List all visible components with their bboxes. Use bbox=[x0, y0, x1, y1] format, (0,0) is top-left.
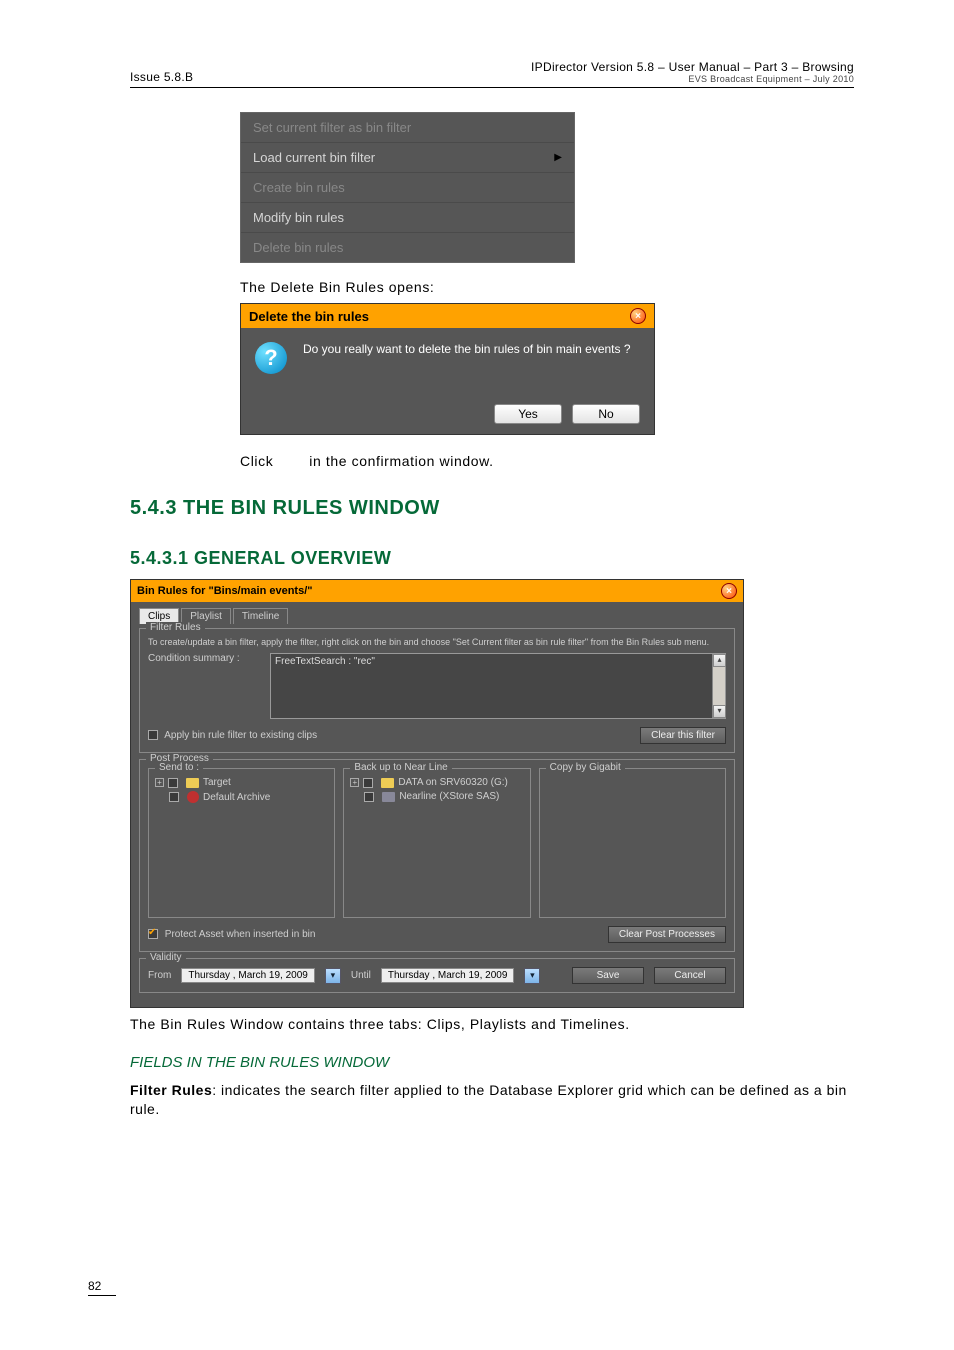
section-heading-5-4-3-1: 5.4.3.1 GENERAL OVERVIEW bbox=[130, 548, 854, 569]
menu-set-current-filter: Set current filter as bin filter bbox=[241, 113, 574, 143]
menu-item-label: Load current bin filter bbox=[253, 150, 375, 165]
menu-item-label: Set current filter as bin filter bbox=[253, 120, 411, 135]
copy-gigabit-panel: Copy by Gigabit bbox=[539, 768, 726, 918]
delete-bin-rules-dialog: Delete the bin rules × ? Do you really w… bbox=[240, 303, 655, 435]
validity-legend: Validity bbox=[146, 952, 186, 963]
send-to-legend: Send to : bbox=[155, 762, 203, 773]
checkbox-icon[interactable] bbox=[148, 929, 158, 939]
question-icon: ? bbox=[255, 342, 287, 374]
scroll-up-icon[interactable]: ▴ bbox=[713, 654, 726, 667]
condition-summary-box: FreeTextSearch : "rec" ▴ ▾ bbox=[270, 653, 726, 719]
confirm-click: Click bbox=[240, 453, 273, 469]
menu-item-label: Delete bin rules bbox=[253, 240, 343, 255]
field-text: : indicates the search filter applied to… bbox=[130, 1082, 847, 1117]
until-date-input[interactable]: Thursday , March 19, 2009 bbox=[381, 968, 515, 983]
dropdown-icon[interactable]: ▾ bbox=[325, 968, 341, 984]
menu-modify-bin-rules[interactable]: Modify bin rules bbox=[241, 203, 574, 233]
clear-filter-button[interactable]: Clear this filter bbox=[640, 727, 726, 744]
backup-nearline-panel: Back up to Near Line + DATA on SRV60320 … bbox=[343, 768, 530, 918]
close-icon[interactable]: × bbox=[721, 583, 737, 599]
tree-label: Target bbox=[203, 777, 231, 788]
filter-rules-field-desc: Filter Rules: indicates the search filte… bbox=[130, 1081, 854, 1119]
tree-expand-icon[interactable]: + bbox=[155, 778, 164, 787]
context-menu: Set current filter as bin filter Load cu… bbox=[240, 112, 575, 263]
fields-heading: FIELDS IN THE BIN RULES WINDOW bbox=[130, 1054, 854, 1071]
from-label: From bbox=[148, 970, 171, 981]
until-label: Until bbox=[351, 970, 371, 981]
filter-rules-legend: Filter Rules bbox=[146, 622, 205, 633]
submenu-arrow-icon: ▶ bbox=[554, 152, 562, 163]
tabs-description: The Bin Rules Window contains three tabs… bbox=[130, 1016, 854, 1032]
no-button[interactable]: No bbox=[572, 404, 640, 424]
protect-asset-label: Protect Asset when inserted in bin bbox=[165, 929, 316, 940]
protect-asset-checkbox-row[interactable]: Protect Asset when inserted in bin bbox=[148, 929, 315, 940]
checkbox-icon[interactable] bbox=[169, 792, 179, 802]
from-date-input[interactable]: Thursday , March 19, 2009 bbox=[181, 968, 315, 983]
tree-label: Default Archive bbox=[203, 792, 270, 803]
send-to-panel: Send to : + Target Default Archive bbox=[148, 768, 335, 918]
folder-icon bbox=[382, 792, 395, 802]
validity-fieldset: Validity From Thursday , March 19, 2009 … bbox=[139, 958, 735, 993]
clear-post-processes-button[interactable]: Clear Post Processes bbox=[608, 926, 726, 943]
tree-item-target[interactable]: + Target bbox=[155, 777, 328, 788]
dropdown-icon[interactable]: ▾ bbox=[524, 968, 540, 984]
folder-icon bbox=[186, 778, 199, 788]
post-process-fieldset: Post Process Send to : + Target bbox=[139, 759, 735, 952]
filter-help-text: To create/update a bin filter, apply the… bbox=[148, 637, 726, 647]
tree-expand-icon[interactable]: + bbox=[350, 778, 359, 787]
tree-item-nearline-xstore[interactable]: Nearline (XStore SAS) bbox=[364, 791, 523, 802]
condition-summary-value: FreeTextSearch : "rec" bbox=[275, 656, 375, 667]
save-button[interactable]: Save bbox=[572, 967, 644, 984]
checkbox-icon[interactable] bbox=[364, 792, 374, 802]
checkbox-icon[interactable] bbox=[148, 730, 158, 740]
yes-button[interactable]: Yes bbox=[494, 404, 562, 424]
page-number: 82 bbox=[88, 1279, 116, 1296]
bin-rules-window: Bin Rules for "Bins/main events/" × Clip… bbox=[130, 579, 744, 1008]
section-heading-5-4-3: 5.4.3 THE BIN RULES WINDOW bbox=[130, 497, 854, 520]
tree-item-data-srv[interactable]: + DATA on SRV60320 (G:) bbox=[350, 777, 523, 788]
confirm-line: Click in the confirmation window. bbox=[240, 453, 854, 469]
tree-label: DATA on SRV60320 (G:) bbox=[398, 777, 508, 788]
condition-summary-label: Condition summary : bbox=[148, 653, 258, 664]
archive-icon bbox=[187, 791, 199, 803]
tab-timeline[interactable]: Timeline bbox=[233, 608, 288, 624]
tree-item-default-archive[interactable]: Default Archive bbox=[169, 791, 328, 803]
tree-label: Nearline (XStore SAS) bbox=[399, 791, 499, 802]
brw-tabs: Clips Playlist Timeline bbox=[139, 608, 735, 624]
menu-delete-bin-rules: Delete bin rules bbox=[241, 233, 574, 262]
confirm-suffix: in the confirmation window. bbox=[309, 453, 493, 469]
filter-rules-fieldset: Filter Rules To create/update a bin filt… bbox=[139, 628, 735, 753]
brw-title-text: Bin Rules for "Bins/main events/" bbox=[137, 585, 312, 597]
close-icon[interactable]: × bbox=[630, 308, 646, 324]
dialog-message: Do you really want to delete the bin rul… bbox=[303, 342, 631, 356]
menu-item-label: Modify bin rules bbox=[253, 210, 344, 225]
backup-legend: Back up to Near Line bbox=[350, 762, 451, 773]
cancel-button[interactable]: Cancel bbox=[654, 967, 726, 984]
delete-opens-text: The Delete Bin Rules opens: bbox=[240, 279, 854, 295]
header-divider bbox=[130, 87, 854, 88]
copy-gigabit-legend: Copy by Gigabit bbox=[546, 762, 625, 773]
folder-icon bbox=[381, 778, 394, 788]
header-sub: EVS Broadcast Equipment – July 2010 bbox=[531, 74, 854, 84]
dialog-titlebar: Delete the bin rules × bbox=[241, 304, 654, 328]
menu-item-label: Create bin rules bbox=[253, 180, 345, 195]
scroll-down-icon[interactable]: ▾ bbox=[713, 705, 726, 718]
field-name: Filter Rules bbox=[130, 1082, 212, 1098]
menu-create-bin-rules: Create bin rules bbox=[241, 173, 574, 203]
checkbox-icon[interactable] bbox=[363, 778, 373, 788]
apply-filter-checkbox-row[interactable]: Apply bin rule filter to existing clips bbox=[148, 730, 317, 741]
issue-label: Issue 5.8.B bbox=[130, 70, 193, 84]
menu-load-current-bin-filter[interactable]: Load current bin filter ▶ bbox=[241, 143, 574, 173]
dialog-title-text: Delete the bin rules bbox=[249, 309, 369, 324]
checkbox-icon[interactable] bbox=[168, 778, 178, 788]
product-label: IPDirector Version 5.8 – User Manual – P… bbox=[531, 60, 854, 74]
scrollbar[interactable]: ▴ ▾ bbox=[712, 654, 725, 718]
apply-filter-label: Apply bin rule filter to existing clips bbox=[164, 730, 317, 741]
